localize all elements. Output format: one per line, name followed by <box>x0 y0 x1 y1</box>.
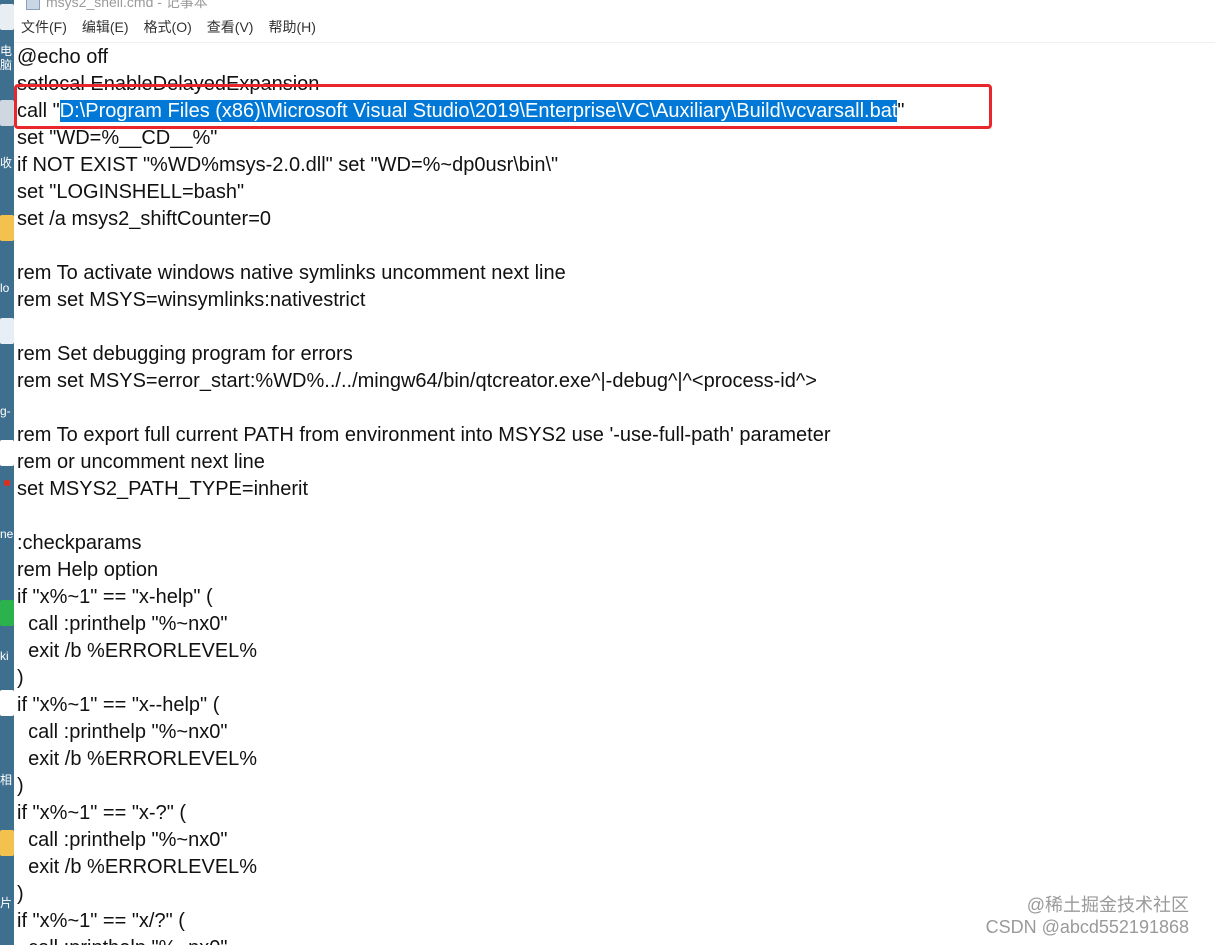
desktop-label: ne <box>0 527 14 541</box>
text-line: if NOT EXIST "%WD%msys-2.0.dll" set "WD=… <box>17 154 559 176</box>
text-line: setlocal EnableDelayedExpansion <box>17 73 320 95</box>
text-line: rem To export full current PATH from env… <box>17 424 831 446</box>
desktop-label: 电脑 <box>0 44 13 72</box>
text-line: @echo off <box>17 46 109 68</box>
line-prefix: call " <box>17 100 60 122</box>
text-line: rem set MSYS=winsymlinks:nativestrict <box>17 289 366 311</box>
desktop-label: 片 <box>0 896 13 910</box>
text-line: exit /b %ERRORLEVEL% <box>17 640 258 662</box>
text-line <box>17 395 905 422</box>
text-line: set "LOGINSHELL=bash" <box>17 181 245 203</box>
text-line <box>17 314 905 341</box>
text-line: rem Help option <box>17 559 159 581</box>
desktop-label: lo <box>0 281 10 295</box>
text-line: rem To activate windows native symlinks … <box>17 262 566 284</box>
text-line: rem set MSYS=error_start:%WD%../../mingw… <box>17 370 817 392</box>
watermark: @稀土掘金技术社区 CSDN @abcd552191868 <box>986 894 1189 938</box>
text-line: set "WD=%__CD__%" <box>17 127 218 149</box>
editor-lines: @echo off setlocal EnableDelayedExpansio… <box>17 44 905 945</box>
text-line: if "x%~1" == "x-help" ( <box>17 586 213 608</box>
watermark-line-1: @稀土掘金技术社区 <box>1026 895 1189 915</box>
selected-text-line[interactable]: call "D:\Program Files (x86)\Microsoft V… <box>17 98 905 125</box>
text-line: if "x%~1" == "x-?" ( <box>17 802 187 824</box>
text-line: set MSYS2_PATH_TYPE=inherit <box>17 478 309 500</box>
chat-app-icon[interactable] <box>0 600 14 626</box>
text-line <box>17 233 905 260</box>
text-line: rem Set debugging program for errors <box>17 343 353 365</box>
desktop-label: g- <box>0 404 11 418</box>
notepad-icon <box>26 0 40 10</box>
recycle-bin-icon[interactable] <box>0 100 14 126</box>
menu-format[interactable]: 格式(O) <box>144 15 192 39</box>
text-line: rem or uncomment next line <box>17 451 265 473</box>
text-line: exit /b %ERRORLEVEL% <box>17 748 258 770</box>
text-line: exit /b %ERRORLEVEL% <box>17 856 258 878</box>
selected-path[interactable]: D:\Program Files (x86)\Microsoft Visual … <box>59 100 898 122</box>
window-title-bar[interactable]: msys2_shell.cmd - 记事本 <box>14 0 1215 12</box>
text-line: call :printhelp "%~nx0" <box>17 721 228 743</box>
text-line <box>17 503 905 530</box>
desktop-strip: 电脑 收 lo g- ne ki 相 片 <box>0 0 14 945</box>
desktop-icon[interactable] <box>0 4 14 30</box>
text-line: ) <box>17 883 24 905</box>
text-line: :checkparams <box>17 532 142 554</box>
menu-view[interactable]: 查看(V) <box>207 15 254 39</box>
text-editor[interactable]: @echo off setlocal EnableDelayedExpansio… <box>14 44 1215 945</box>
text-line: ) <box>17 667 24 689</box>
text-line: call :printhelp "%~nx0" <box>17 829 228 851</box>
app-icon[interactable] <box>4 480 10 486</box>
desktop-label: 相 <box>0 773 13 787</box>
app-icon[interactable] <box>0 440 14 466</box>
desktop-label: 收 <box>0 156 13 170</box>
folder-icon[interactable] <box>0 830 14 856</box>
app-icon[interactable] <box>0 690 14 716</box>
watermark-line-2: CSDN @abcd552191868 <box>985 917 1189 937</box>
text-line: ) <box>17 775 24 797</box>
app-icon[interactable] <box>0 318 14 344</box>
line-suffix: " <box>897 100 905 122</box>
menu-help[interactable]: 帮助(H) <box>268 15 315 39</box>
menu-bar: 文件(F) 编辑(E) 格式(O) 查看(V) 帮助(H) <box>14 12 1215 43</box>
menu-file[interactable]: 文件(F) <box>21 15 67 39</box>
folder-icon[interactable] <box>0 215 14 241</box>
desktop-label: ki <box>0 649 9 663</box>
menu-edit[interactable]: 编辑(E) <box>82 15 129 39</box>
text-line: set /a msys2_shiftCounter=0 <box>17 208 272 230</box>
window-title: msys2_shell.cmd - 记事本 <box>46 0 208 10</box>
text-line: if "x%~1" == "x--help" ( <box>17 694 220 716</box>
text-line: call :printhelp "%~nx0" <box>17 613 228 635</box>
text-line: call :printhelp "%~nx0" <box>17 935 905 945</box>
text-line: if "x%~1" == "x/?" ( <box>17 910 185 932</box>
